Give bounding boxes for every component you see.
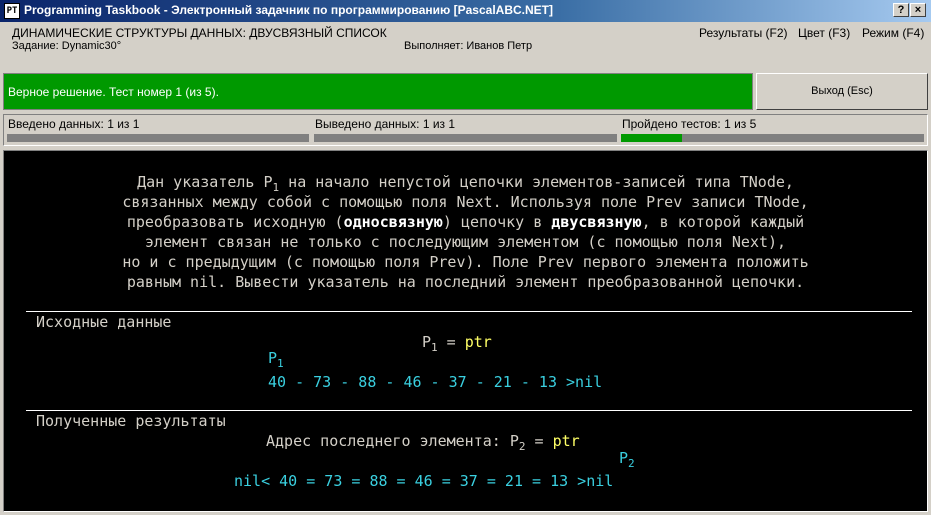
close-button[interactable]: × [910,3,926,17]
emphasis-singly: односвязную [343,213,443,231]
task-display: Дан указатель P1 на начало непустой цепо… [3,150,928,512]
status-panel: Верное решение. Тест номер 1 (из 5). [3,73,753,110]
output-address-line: Адрес последнего элемента: P2 = ptr [266,432,580,453]
output-section-title: Полученные результаты [36,412,226,430]
input-progress-label: Введено данных: 1 из 1 [8,117,140,131]
status-message: Верное решение. Тест номер 1 (из 5). [8,85,219,99]
menu-results[interactable]: Результаты (F2) [699,26,788,40]
input-pointer-line: P1 = ptr [422,333,492,354]
output-chain: nil< 40 = 73 = 88 = 46 = 37 = 21 = 13 >n… [234,472,614,490]
task-line-4: элемент связан не только с последующим э… [144,233,787,251]
tests-progress-fill [621,134,682,142]
menu-mode[interactable]: Режим (F4) [862,26,924,40]
task-name: Задание: Dynamic30° [12,40,122,52]
input-chain: 40 - 73 - 88 - 46 - 37 - 21 - 13 >nil [268,373,603,391]
task-line-2: связанных между собой с помощью поля Nex… [122,193,809,211]
task-line-5: но и с предыдущим (с помощью поля Prev).… [122,253,809,271]
tests-progress-bar [621,134,924,142]
tests-progress-label: Пройдено тестов: 1 из 5 [622,117,757,131]
output-pointer-value: ptr [552,432,580,450]
emphasis-doubly: двусвязную [551,213,642,231]
performer-name: Выполняет: Иванов Петр [404,40,533,52]
input-pointer-value: ptr [464,333,492,351]
taskbook-window: PT Programming Taskbook - Электронный за… [0,0,931,515]
output-separator [26,410,912,411]
exit-button[interactable]: Выход (Esc) [756,73,928,110]
help-button[interactable]: ? [893,3,909,17]
output-list-marker: P2 [619,449,635,470]
task-line-6: равным nil. Вывести указатель на последн… [126,273,805,291]
task-line-3: преобразовать исходную (односвязную) цеп… [126,213,805,231]
input-separator [26,311,912,312]
input-progress-bar [7,134,309,142]
title-bar[interactable]: PT Programming Taskbook - Электронный за… [0,0,931,22]
output-progress-bar [314,134,617,142]
output-progress-label: Выведено данных: 1 из 1 [315,117,456,131]
app-icon[interactable]: PT [4,3,20,19]
input-section-title: Исходные данные [36,313,172,331]
menu-color[interactable]: Цвет (F3) [798,26,850,40]
topic-title: ДИНАМИЧЕСКИЕ СТРУКТУРЫ ДАННЫХ: ДВУСВЯЗНЫ… [12,26,387,40]
task-line-1: Дан указатель P1 на начало непустой цепо… [137,173,794,194]
window-title: Programming Taskbook - Электронный задач… [24,3,553,17]
input-list-marker: P1 [268,349,284,370]
